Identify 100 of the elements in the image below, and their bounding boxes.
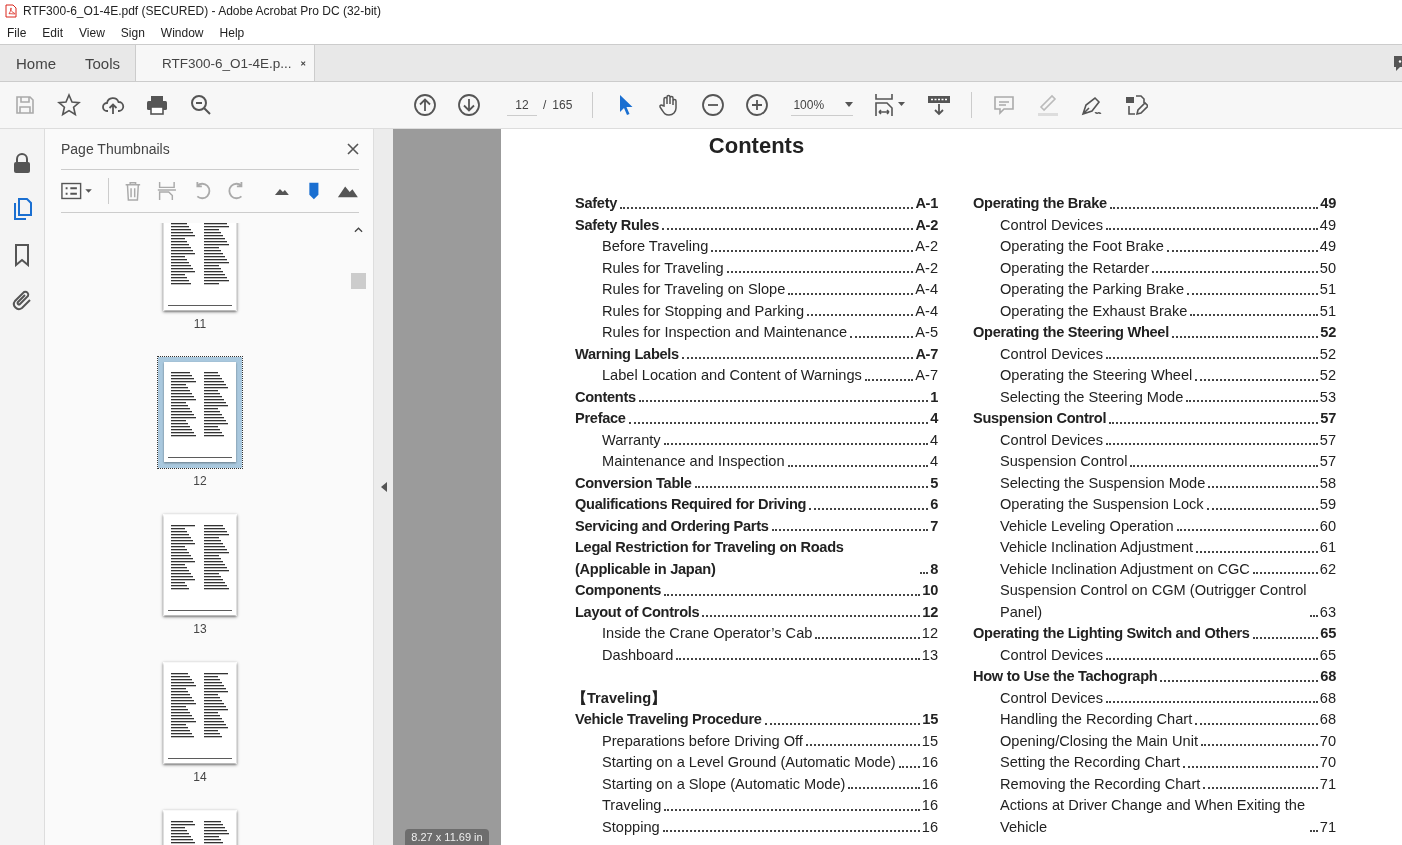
page-number: 52: [1319, 344, 1336, 364]
menu-item[interactable]: View: [79, 26, 105, 40]
toc-entry[interactable]: How to Use the Tachograph: [973, 666, 1158, 688]
page-title: Contents: [707, 133, 806, 159]
scroll-mode-icon[interactable]: [927, 93, 952, 117]
toc-entry[interactable]: Operating the Parking Brake: [1000, 279, 1185, 301]
dot-leader: [898, 765, 920, 768]
toc-entry[interactable]: Servicing and Ordering Parts: [575, 515, 769, 537]
page-number: 68: [1319, 688, 1336, 708]
page-number: 49: [1320, 194, 1336, 213]
toc-entry[interactable]: Inside the Crane Operator’s Cab: [602, 623, 813, 645]
collapse-arrow-icon[interactable]: [380, 482, 387, 492]
toc-entry[interactable]: Vehicle Inclination Adjustment: [1000, 537, 1194, 559]
toc-entry[interactable]: Starting on a Level Ground (Automatic Mode): [602, 752, 896, 774]
toc-entry[interactable]: Preparations before Driving Off: [602, 730, 803, 752]
toc-entry[interactable]: Operating the Steering Wheel: [1000, 365, 1193, 387]
page-thumbnail[interactable]: [158, 357, 242, 468]
page-number: 68: [1320, 667, 1336, 686]
menu-item[interactable]: File: [7, 26, 27, 40]
toc-entry[interactable]: Operating the Retarder: [1000, 257, 1150, 279]
zoom-dropdown[interactable]: 100%: [791, 94, 854, 116]
toc-entry[interactable]: Suspension Control on CGM (Outrigger Control Panel): [1000, 580, 1307, 623]
toc-entry[interactable]: Actions at Driver Change and When Exiting the Vehicle: [1000, 795, 1307, 838]
paperclip-icon[interactable]: [10, 289, 34, 313]
toc-entry[interactable]: Dashboard: [602, 644, 674, 666]
toc-entry[interactable]: Control Devices: [1000, 429, 1103, 451]
page-number: 53: [1319, 387, 1336, 407]
print-icon[interactable]: [145, 93, 169, 117]
toc-entry[interactable]: Safety Rules: [575, 214, 659, 236]
fit-page-icon[interactable]: [873, 93, 908, 117]
close-icon[interactable]: [299, 59, 307, 68]
toc-entry[interactable]: Rules for Traveling: [602, 257, 724, 279]
page-number: 71: [1319, 817, 1336, 837]
page-size-tooltip: 8.27 x 11.69 in: [405, 829, 489, 845]
menu-item[interactable]: Help: [219, 26, 245, 40]
toc-entry[interactable]: Preface: [575, 408, 626, 430]
toc-entry[interactable]: Label Location and Content of Warnings: [602, 365, 862, 387]
toc-entry[interactable]: Starting on a Slope (Automatic Mode): [602, 773, 846, 795]
toc-entry[interactable]: Vehicle Inclination Adjustment on CGC: [1000, 558, 1250, 580]
search-icon[interactable]: [189, 93, 213, 117]
toc-entry[interactable]: Legal Restriction for Traveling on Roads (Applicable in Japan): [575, 537, 918, 580]
tab[interactable]: Home: [0, 45, 70, 81]
page-thumbnail[interactable]: [163, 662, 237, 764]
arrow-up-icon[interactable]: [413, 93, 437, 117]
toc-entry[interactable]: Vehicle Leveling Operation: [1000, 515, 1174, 537]
toc-entry[interactable]: Control Devices: [1000, 644, 1103, 666]
toc-entry[interactable]: Handling the Recording Chart: [1000, 709, 1193, 731]
tab[interactable]: Tools: [70, 45, 136, 81]
toc-entry[interactable]: Operating the Suspension Lock: [1000, 494, 1204, 516]
toc-entry[interactable]: Qualifications Required for Driving: [575, 494, 807, 516]
toc-entry[interactable]: Operating the Lighting Switch and Others: [973, 623, 1250, 645]
toc-entry[interactable]: Operating the Exhaust Brake: [1000, 300, 1188, 322]
toc-entry[interactable]: Setting the Recording Chart: [1000, 752, 1181, 774]
menu-item[interactable]: Window: [160, 26, 204, 40]
toc-entry[interactable]: Suspension Control: [1000, 451, 1128, 473]
toc-entry[interactable]: Operating the Brake: [973, 193, 1107, 215]
menu-item[interactable]: Sign: [120, 26, 145, 40]
toc-entry[interactable]: Conversion Table: [575, 472, 692, 494]
page-number-field[interactable]: 12: [507, 94, 537, 116]
toc-entry[interactable]: Selecting the Steering Mode: [1000, 386, 1184, 408]
toc-entry[interactable]: Warranty: [602, 429, 661, 451]
dot-leader: [1309, 830, 1318, 832]
page-thumbnail[interactable]: [163, 223, 237, 311]
toc-entry[interactable]: Traveling: [602, 795, 662, 817]
toc-entry[interactable]: Contents: [575, 386, 636, 408]
toc-entry[interactable]: Rules for Traveling on Slope: [602, 279, 786, 301]
toc-entry[interactable]: Safety: [575, 193, 617, 215]
toc-entry[interactable]: Stopping: [602, 816, 660, 838]
edit-document-icon[interactable]: [1124, 93, 1149, 117]
menu-item[interactable]: Edit: [42, 26, 64, 40]
page-number: 8: [930, 559, 938, 579]
toc-entry[interactable]: Rules for Stopping and Parking: [602, 300, 804, 322]
toc-entry[interactable]: Maintenance and Inspection: [602, 451, 785, 473]
toc-entry[interactable]: Before Traveling: [602, 236, 709, 258]
toc-entry[interactable]: Opening/Closing the Main Unit: [1000, 730, 1198, 752]
toc-entry[interactable]: Vehicle Traveling Procedure: [575, 709, 762, 731]
toc-entry[interactable]: Removing the Recording Chart: [1000, 773, 1201, 795]
toc-entry[interactable]: Rules for Inspection and Maintenance: [602, 322, 847, 344]
page-number: 6: [930, 495, 938, 514]
toc-entry[interactable]: Selecting the Suspension Mode: [1000, 472, 1206, 494]
zoom-in-icon[interactable]: [745, 93, 770, 117]
toc-entry[interactable]: Warning Labels: [575, 343, 679, 365]
toc-entry[interactable]: Control Devices: [1000, 214, 1103, 236]
toc-entry[interactable]: Control Devices: [1000, 687, 1103, 709]
page-number: 16: [921, 817, 938, 837]
toc-entry[interactable]: Layout of Controls: [575, 601, 700, 623]
zoom-out-icon[interactable]: [701, 93, 726, 117]
arrow-down-icon[interactable]: [457, 93, 481, 117]
scroll-up-icon[interactable]: [354, 227, 363, 233]
toc-entry[interactable]: Suspension Control: [973, 408, 1107, 430]
toc-entry[interactable]: Operating the Steering Wheel: [973, 322, 1169, 344]
close-icon[interactable]: [347, 143, 359, 155]
page-thumbnail[interactable]: [163, 514, 237, 616]
star-icon[interactable]: [57, 93, 81, 117]
scrollbar-thumb[interactable]: [351, 273, 366, 289]
toc-entry[interactable]: Operating the Foot Brake: [1000, 236, 1164, 258]
page-number: 71: [1319, 774, 1336, 794]
toc-entry[interactable]: Components: [575, 580, 662, 602]
tab[interactable]: RTF300-6_O1-4E.p...: [135, 45, 316, 82]
toc-entry[interactable]: Control Devices: [1000, 343, 1103, 365]
